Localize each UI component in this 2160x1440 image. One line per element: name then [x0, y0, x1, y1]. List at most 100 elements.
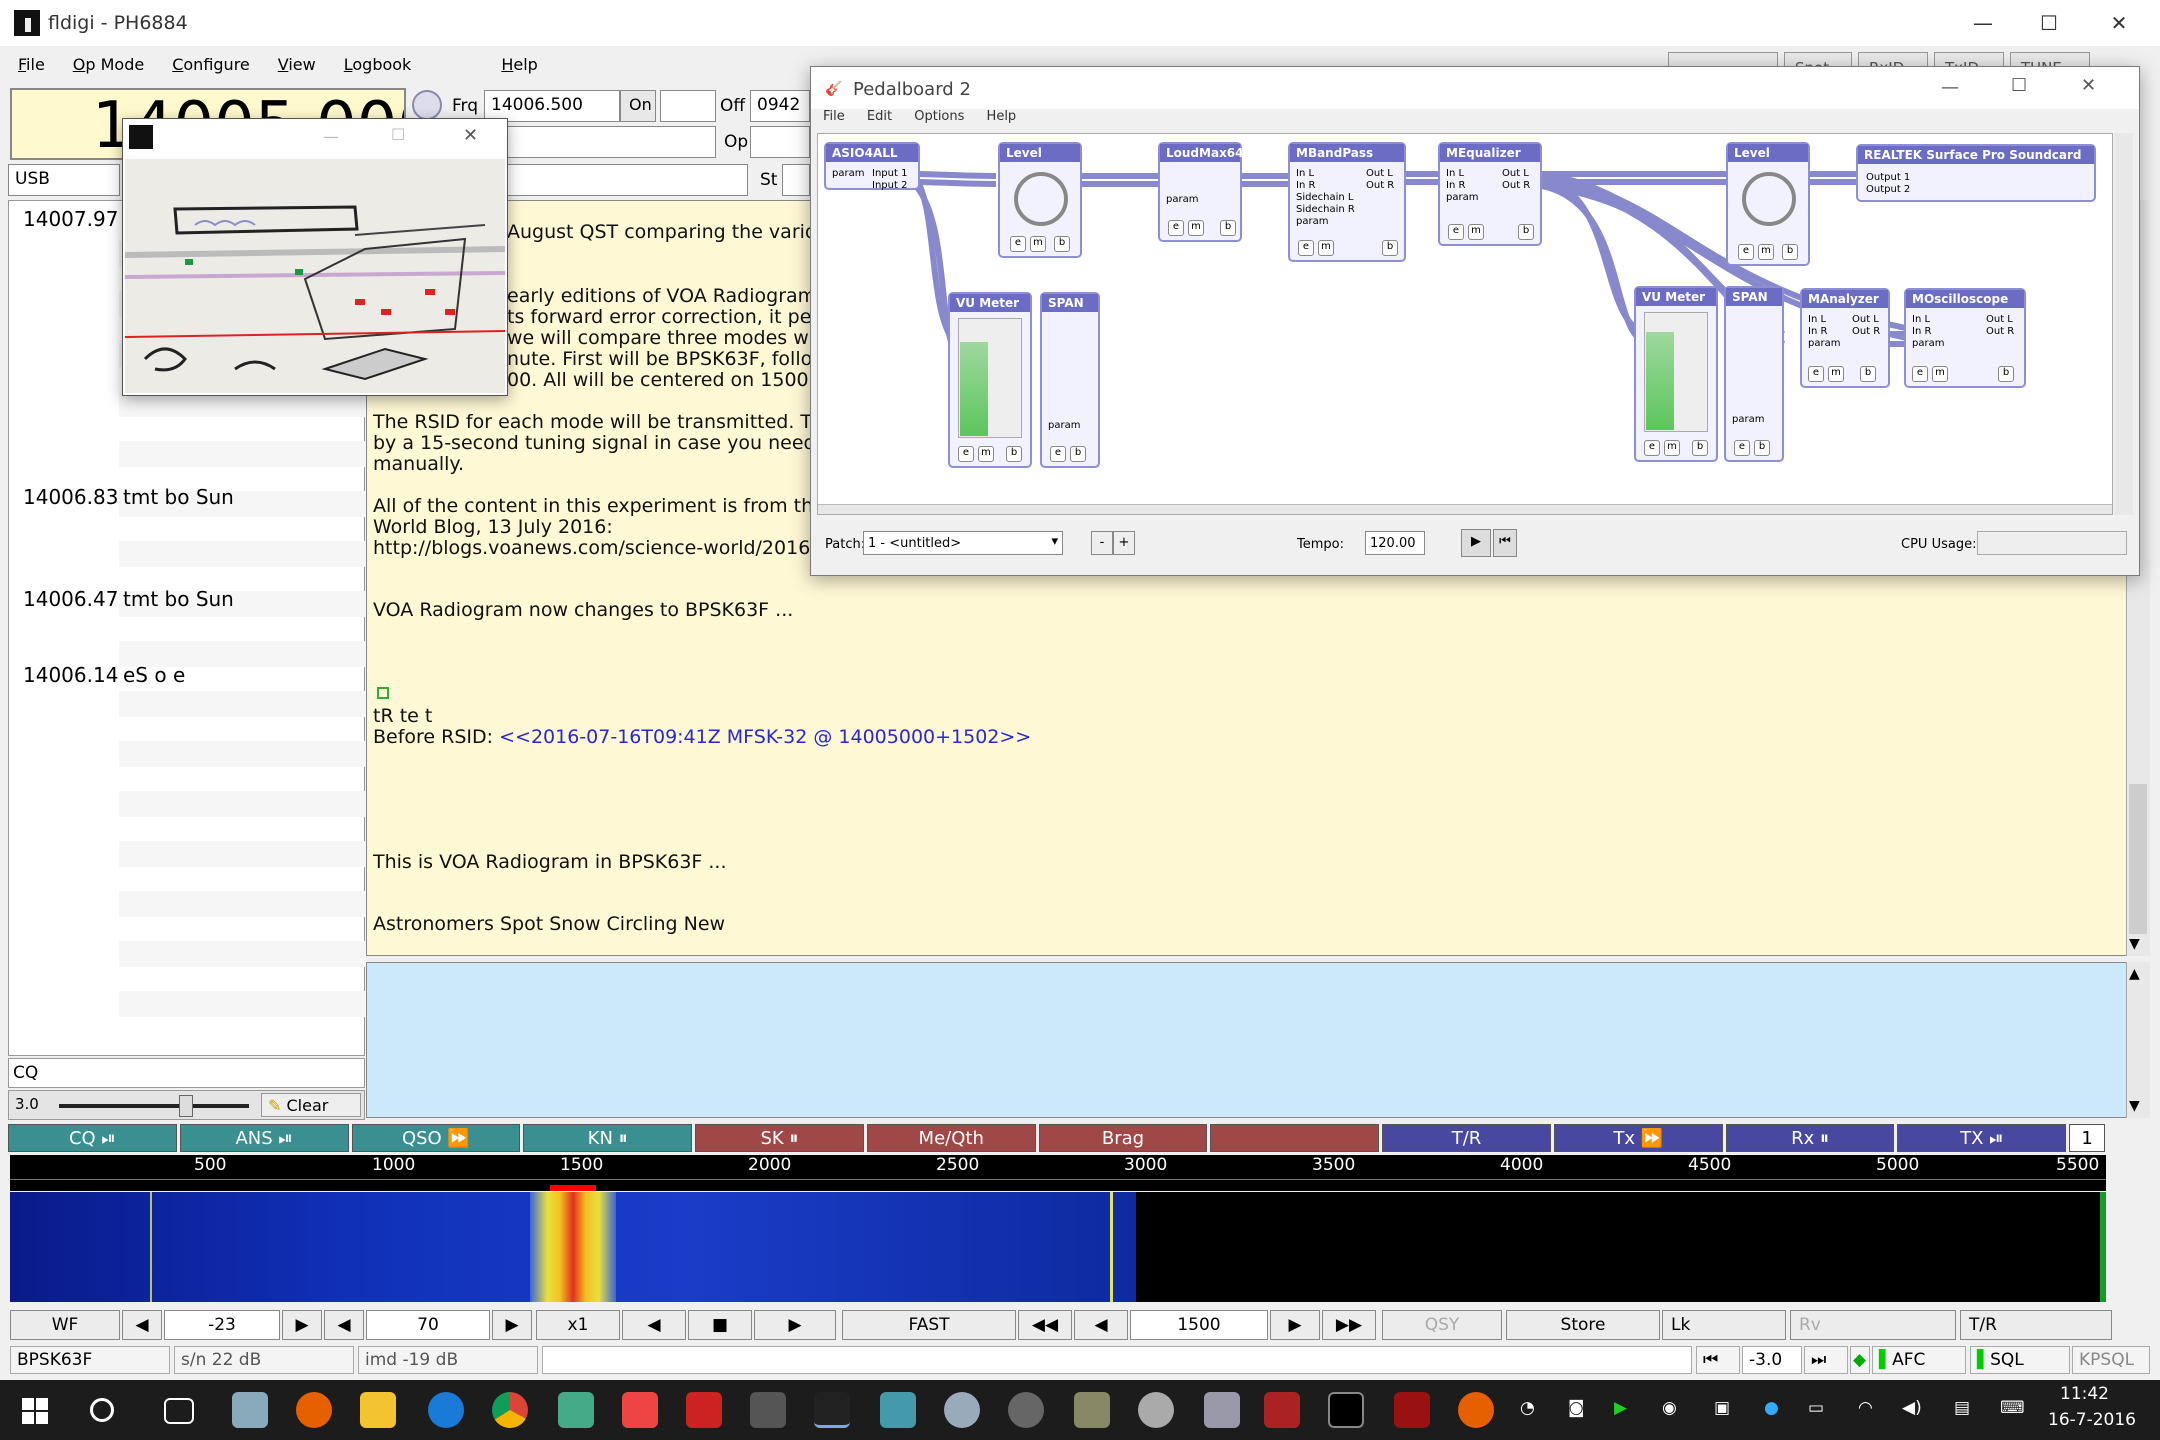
chrome-icon[interactable]: [492, 1392, 528, 1428]
scroll-right-icon[interactable]: ▶: [754, 1310, 836, 1340]
carrier-fast-down-icon[interactable]: ◀◀: [1018, 1310, 1072, 1340]
scroll-down-icon[interactable]: ▼: [2129, 936, 2140, 952]
st-input[interactable]: [782, 164, 810, 196]
tray-icon[interactable]: ▣: [1714, 1398, 1730, 1418]
windows-start-icon[interactable]: [22, 1398, 48, 1424]
scroll-thumb[interactable]: [2129, 784, 2147, 934]
play-icon[interactable]: ▶: [1461, 529, 1491, 557]
taskbar-app-icon[interactable]: [1008, 1392, 1044, 1428]
menu-view[interactable]: View: [278, 55, 316, 74]
ped-menu-help[interactable]: Help: [987, 109, 1017, 124]
browser-search-input[interactable]: CQ: [8, 1058, 365, 1088]
macro-tx-button[interactable]: Tx ⏩: [1553, 1124, 1723, 1152]
tr-button[interactable]: T/R: [1960, 1310, 2112, 1340]
macro-ans-button[interactable]: ANS ⏯: [179, 1124, 349, 1152]
rsid-link[interactable]: <<2016-07-16T09:41Z MFSK-32 @ 14005000+1…: [499, 726, 1031, 748]
menu-logbook[interactable]: Logbook: [344, 55, 412, 74]
tx-text-panel[interactable]: [366, 962, 2134, 1118]
menu-opmode[interactable]: Op Mode: [73, 55, 144, 74]
tempo-input[interactable]: 120.00: [1365, 531, 1425, 555]
scroll-down-icon[interactable]: ▼: [2129, 1098, 2140, 1114]
plugin-moscilloscope[interactable]: MOscilloscope In L Out L In R Out R param …: [1904, 288, 2026, 388]
ped-minimize-button[interactable]: —: [1941, 77, 1959, 98]
tray-icon[interactable]: ◙: [1568, 1398, 1585, 1418]
maximize-button[interactable]: ☐: [2014, 0, 2084, 46]
macro-cq-button[interactable]: CQ ⏯: [8, 1124, 177, 1152]
macro-sk-button[interactable]: SK ⏸: [695, 1124, 864, 1152]
plugin-vu-meter-2[interactable]: VU Meter emb: [1634, 286, 1718, 462]
notification-icon[interactable]: ▤: [1954, 1398, 1970, 1418]
clear-button[interactable]: ✎ Clear: [261, 1093, 361, 1117]
on-input[interactable]: [660, 90, 716, 122]
firefox-icon[interactable]: [1458, 1392, 1494, 1428]
tray-icon[interactable]: ◉: [1662, 1398, 1677, 1418]
macro-tr-button[interactable]: T/R: [1382, 1124, 1551, 1152]
ped-menu-options[interactable]: Options: [914, 109, 964, 124]
canvas-vscrollbar[interactable]: [2115, 133, 2133, 515]
scroll-up-icon[interactable]: ▲: [2129, 966, 2140, 982]
lock-button[interactable]: Lk: [1662, 1310, 1786, 1340]
freq-globe-icon[interactable]: [412, 90, 442, 120]
level-knob-icon[interactable]: [1014, 172, 1068, 226]
range-down-button[interactable]: ◀: [324, 1310, 364, 1340]
popup-minimize-button[interactable]: —: [323, 127, 339, 146]
sql-toggle[interactable]: ▌SQL: [1970, 1346, 2070, 1374]
speed-button[interactable]: FAST: [842, 1310, 1016, 1340]
carrier-up-icon[interactable]: ▶: [1270, 1310, 1320, 1340]
zoom-button[interactable]: x1: [536, 1310, 620, 1340]
battery-icon[interactable]: ▭: [1808, 1398, 1824, 1418]
task-view-icon[interactable]: [164, 1398, 194, 1424]
plugin-mequalizer[interactable]: MEqualizer In L Out L In R Out R param emb: [1438, 142, 1542, 246]
macro-empty-button[interactable]: [1210, 1124, 1380, 1152]
close-button[interactable]: ✕: [2084, 0, 2154, 46]
squelch-slider-thumb[interactable]: [179, 1095, 193, 1117]
waterfall[interactable]: [10, 1192, 2106, 1302]
frequency-ruler[interactable]: 500 1000 1500 2000 2500 3000 3500 4000 4…: [10, 1155, 2106, 1191]
ref-down-button[interactable]: ◀: [122, 1310, 162, 1340]
afc-down-icon[interactable]: ⏮: [1696, 1346, 1740, 1374]
pen-icon[interactable]: [1074, 1392, 1110, 1428]
macro-rx-button[interactable]: Rx ⏸: [1725, 1124, 1895, 1152]
tray-icon[interactable]: ●: [1764, 1398, 1779, 1418]
clock-date[interactable]: 16-7-2016: [2048, 1410, 2136, 1430]
patch-remove-button[interactable]: -: [1091, 531, 1113, 555]
popup-close-button[interactable]: ✕: [463, 125, 478, 146]
file-explorer-icon[interactable]: [360, 1392, 396, 1428]
qth-input[interactable]: [484, 164, 748, 196]
carrier-input[interactable]: 1500: [1130, 1310, 1268, 1340]
macro-kn-button[interactable]: KN ⏸: [523, 1124, 693, 1152]
afc-up-icon[interactable]: ⏭: [1804, 1346, 1848, 1374]
plugin-span-1[interactable]: SPAN param eb: [1040, 292, 1100, 468]
fldigi-taskbar-icon[interactable]: [814, 1392, 850, 1428]
plugin-span-2[interactable]: SPAN param eb: [1724, 286, 1784, 462]
patch-add-button[interactable]: +: [1113, 531, 1135, 555]
ped-maximize-button[interactable]: ☐: [2011, 75, 2027, 96]
pedalboard-taskbar-icon[interactable]: [1204, 1392, 1240, 1428]
taskbar-app-icon[interactable]: [1394, 1392, 1430, 1428]
plugin-mbandpass[interactable]: MBandPass In L Out L In R Out R Sidechain …: [1288, 142, 1406, 262]
patch-select[interactable]: 1 - <untitled> ▾: [863, 531, 1063, 555]
plugin-asio4all[interactable]: ASIO4ALL param Input 1 Input 2: [824, 142, 920, 191]
level-knob-icon[interactable]: [1742, 172, 1796, 226]
edge-icon[interactable]: [428, 1392, 464, 1428]
terminal-icon[interactable]: [1328, 1392, 1364, 1428]
tray-icon[interactable]: ▶: [1614, 1398, 1627, 1418]
carrier-fast-up-icon[interactable]: ▶▶: [1322, 1310, 1376, 1340]
minimize-button[interactable]: —: [1948, 0, 2018, 46]
macro-tx2-button[interactable]: TX ⏯: [1897, 1124, 2067, 1152]
taskbar-app-icon[interactable]: [1138, 1392, 1174, 1428]
patch-canvas[interactable]: ASIO4ALL param Input 1 Input 2 Level emb…: [817, 133, 2113, 515]
stop-icon[interactable]: ■: [688, 1310, 752, 1340]
plugin-realtek-output[interactable]: REALTEK Surface Pro Soundcard Output 1 O…: [1856, 144, 2096, 202]
tx-scrollbar[interactable]: ▲ ▼: [2126, 962, 2150, 1118]
mode-status[interactable]: BPSK63F: [10, 1346, 170, 1374]
tray-icon[interactable]: ◔: [1520, 1398, 1535, 1418]
carrier-down-icon[interactable]: ◀: [1074, 1310, 1128, 1340]
macro-qso-button[interactable]: QSO ⏩: [351, 1124, 521, 1152]
store-button[interactable]: Store: [1506, 1310, 1660, 1340]
globe-icon[interactable]: [558, 1392, 594, 1428]
plugin-manalyzer[interactable]: MAnalyzer In L Out L In R Out R param emb: [1800, 288, 1890, 388]
ref-up-button[interactable]: ▶: [282, 1310, 322, 1340]
op-name-input[interactable]: [484, 126, 716, 158]
taskbar-app-icon[interactable]: [750, 1392, 786, 1428]
